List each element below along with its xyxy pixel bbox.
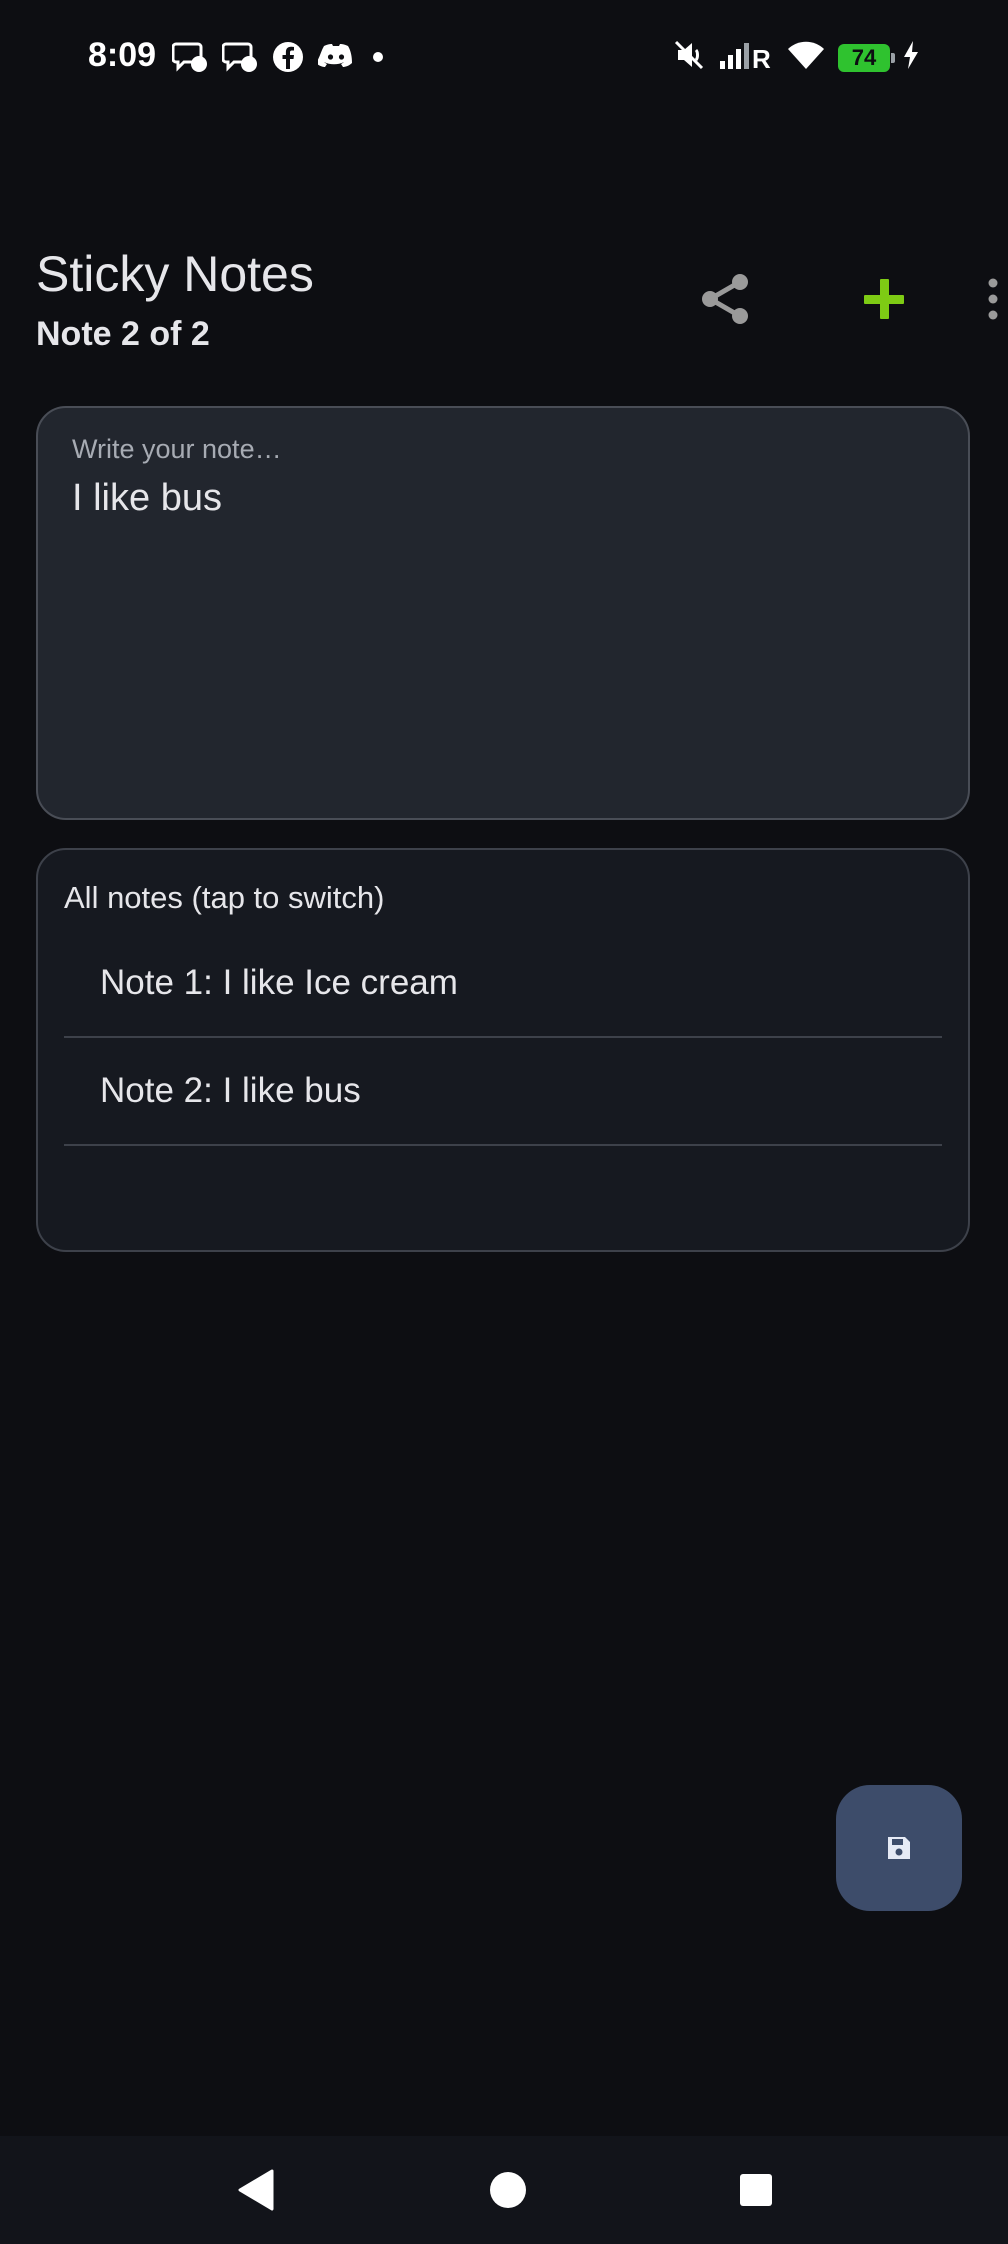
back-button[interactable] xyxy=(232,2166,280,2214)
navigation-bar xyxy=(0,2136,1008,2244)
notes-list-card: All notes (tap to switch) Note 1: I like… xyxy=(36,848,970,1252)
status-bar: 8:09 R 74 xyxy=(0,0,1008,115)
note-item-1[interactable]: Note 1: I like Ice cream xyxy=(64,930,942,1038)
back-icon xyxy=(238,2169,274,2211)
more-options-button[interactable] xyxy=(961,267,1008,331)
home-button[interactable] xyxy=(484,2166,532,2214)
facebook-icon xyxy=(272,41,304,78)
share-button[interactable] xyxy=(694,267,758,331)
note-counter: Note 2 of 2 xyxy=(36,315,210,353)
recents-icon xyxy=(740,2174,772,2206)
notification-icons xyxy=(171,40,388,79)
notes-list: Note 1: I like Ice cream Note 2: I like … xyxy=(64,930,942,1146)
share-icon xyxy=(702,274,748,324)
add-note-button[interactable] xyxy=(852,267,916,331)
discord-icon xyxy=(316,42,354,77)
save-icon xyxy=(888,1837,910,1859)
more-vert-icon xyxy=(988,278,998,320)
notes-list-header: All notes (tap to switch) xyxy=(64,880,385,915)
app-bar: Sticky Notes Note 2 of 2 xyxy=(36,245,1008,365)
note-editor[interactable]: Write your note… I like bus xyxy=(36,406,970,820)
recents-button[interactable] xyxy=(732,2166,780,2214)
svg-text:R: R xyxy=(752,44,771,71)
battery-level: 74 xyxy=(851,44,877,70)
screen: 8:09 R 74 Sticky Notes Note 2 of 2 Write… xyxy=(0,0,1008,2244)
battery-icon: 74 xyxy=(838,43,895,72)
messenger-icon xyxy=(171,40,208,79)
mute-icon xyxy=(672,38,706,77)
note-editor-text[interactable]: I like bus xyxy=(72,477,934,520)
plus-icon xyxy=(864,279,904,319)
signal-icon: R xyxy=(718,39,774,76)
dot-icon xyxy=(368,47,388,72)
save-button[interactable] xyxy=(836,1785,962,1911)
charging-icon xyxy=(902,40,920,75)
messenger-icon xyxy=(221,40,258,79)
wifi-icon xyxy=(786,39,826,76)
note-item-2[interactable]: Note 2: I like bus xyxy=(64,1038,942,1146)
system-icons: R 74 xyxy=(672,38,920,77)
app-title: Sticky Notes xyxy=(36,246,314,302)
status-time: 8:09 xyxy=(88,36,157,74)
home-icon xyxy=(490,2172,526,2208)
note-editor-hint: Write your note… xyxy=(72,434,282,464)
